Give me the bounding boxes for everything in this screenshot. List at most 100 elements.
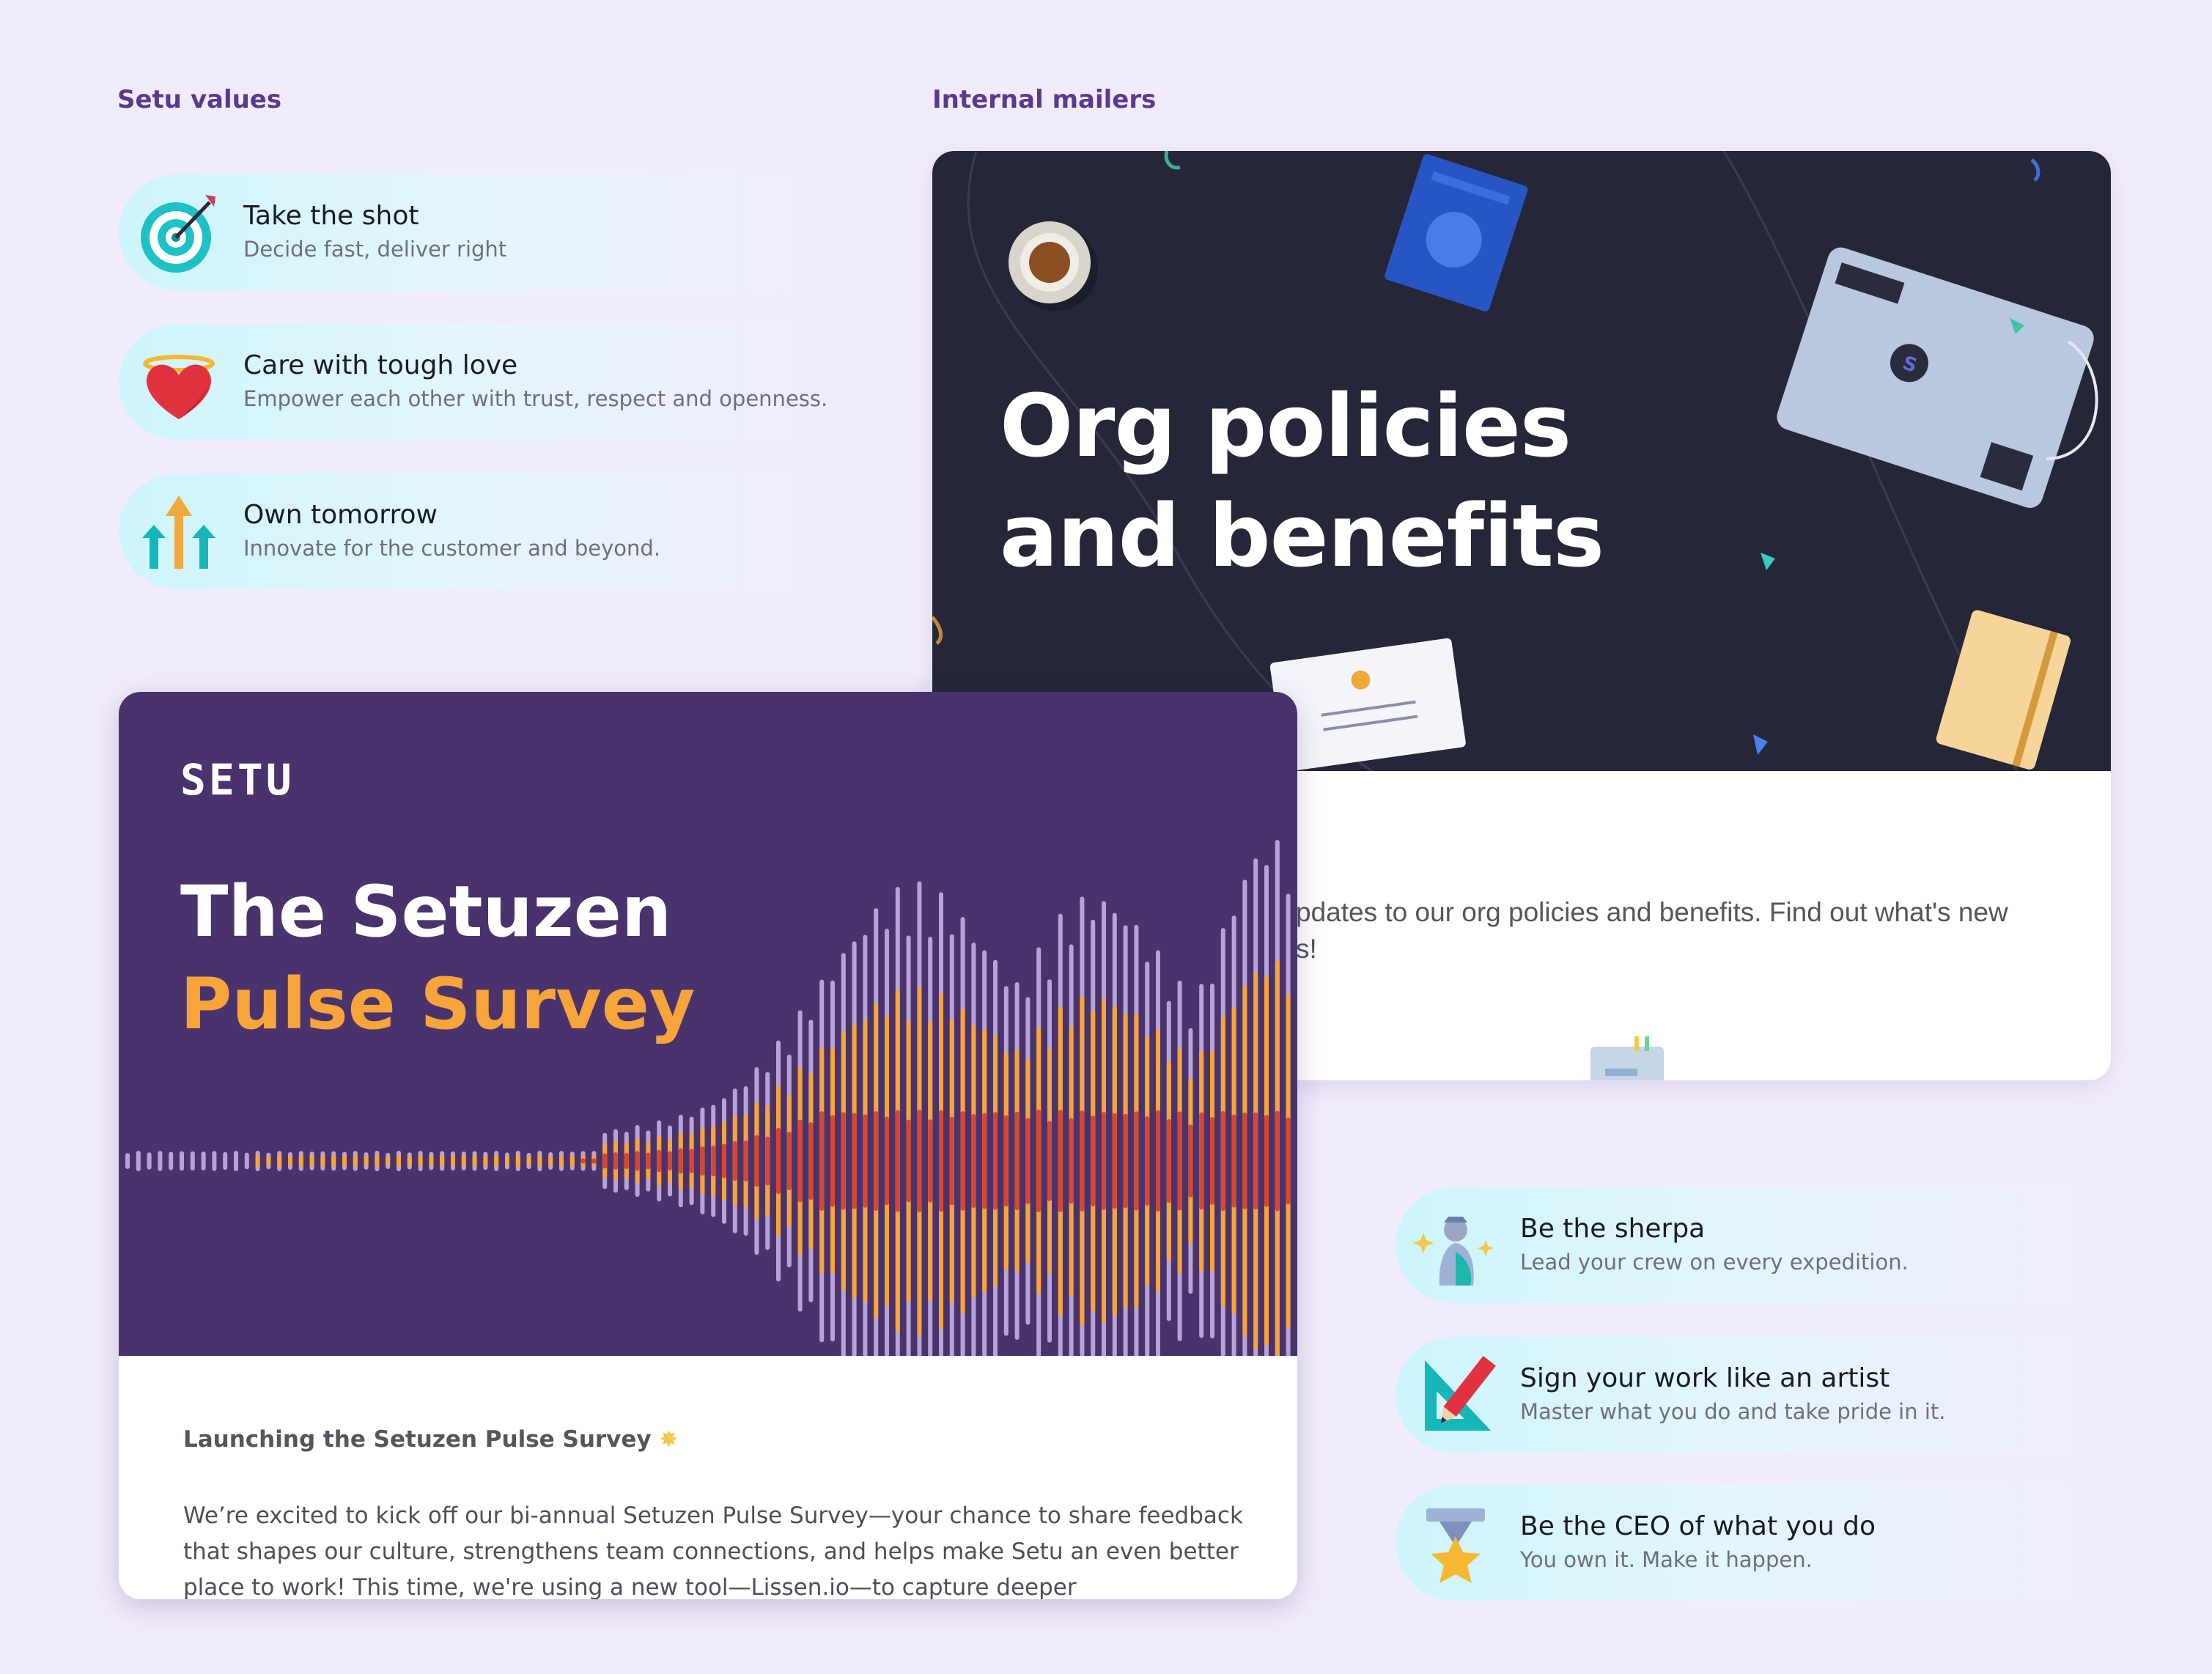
waveform-bar-inner xyxy=(1166,1118,1171,1203)
waveform-bar-inner xyxy=(732,1140,737,1181)
org-policies-title: Org policies and benefits xyxy=(1000,371,1604,591)
waveform-bar-middle xyxy=(559,1154,564,1168)
waveform-bar-middle xyxy=(418,1154,423,1168)
waveform-bar-inner xyxy=(678,1148,683,1174)
waveform-bar-inner xyxy=(906,1119,911,1203)
waveform-bar-inner xyxy=(928,1119,933,1203)
heart-halo-icon xyxy=(143,355,215,419)
waveform-bar-middle xyxy=(548,1155,553,1167)
pulse-heading-text: Launching the Setuzen Pulse Survey xyxy=(183,1426,652,1453)
internal-mailers-title: Internal mailers xyxy=(932,85,1157,114)
org-body-line2: s! xyxy=(1296,934,1317,964)
waveform-bar-inner xyxy=(1242,1113,1247,1209)
paperclip-icon xyxy=(932,616,943,645)
waveform-bar-middle xyxy=(461,1154,466,1168)
value-subtitle: You own it. Make it happen. xyxy=(1520,1547,1813,1572)
waveform-bar-middle xyxy=(483,1155,488,1167)
value-subtitle: Decide fast, deliver right xyxy=(243,237,507,262)
waveform-bar-inner xyxy=(700,1146,705,1176)
value-title: Be the CEO of what you do xyxy=(1520,1511,1876,1541)
confetti-icon xyxy=(1761,553,1775,570)
value-card-care-with-tough-love: Care with tough love Empower each other … xyxy=(119,324,852,440)
waveform-bar-inner xyxy=(1123,1113,1128,1209)
audio-waveform-graphic xyxy=(125,840,1291,1356)
waveform-bar-inner xyxy=(863,1114,868,1208)
target-icon xyxy=(141,195,215,273)
waveform-bar-middle xyxy=(407,1155,412,1167)
waveform-bar-inner xyxy=(668,1151,672,1171)
waveform-bar-inner xyxy=(1264,1115,1269,1207)
waveform-bar-inner xyxy=(971,1114,976,1208)
waveform-bar-inner xyxy=(1286,1117,1291,1205)
waveform-bar-inner xyxy=(646,1152,651,1170)
value-title: Care with tough love xyxy=(243,350,518,380)
waveform-bar-outer xyxy=(147,1152,152,1170)
waveform-bar-middle xyxy=(526,1156,531,1166)
waveform-bar-inner xyxy=(1014,1111,1020,1211)
org-title-line2: and benefits xyxy=(1000,485,1604,586)
waveform-bar-outer xyxy=(136,1151,141,1171)
value-subtitle: Innovate for the customer and beyond. xyxy=(243,536,661,561)
waveform-bar-inner xyxy=(852,1113,857,1209)
waveform-bar-inner xyxy=(949,1116,954,1206)
value-title: Sign your work like an artist xyxy=(1520,1363,1890,1393)
paperclip-icon xyxy=(1164,151,1181,170)
waveform-bar-middle xyxy=(386,1156,391,1166)
org-policies-body: pdates to our org policies and benefits.… xyxy=(1296,894,2008,967)
waveform-bar-middle xyxy=(429,1155,434,1167)
waveform-bar-inner xyxy=(1199,1112,1204,1210)
waveform-bar-inner xyxy=(1231,1114,1236,1208)
waveform-bar-middle xyxy=(277,1154,282,1168)
sherpa-icon xyxy=(1413,1217,1494,1286)
pulse-survey-body: We’re excited to kick off our bi-annual … xyxy=(183,1502,1243,1599)
waveform-bar-middle xyxy=(364,1155,369,1167)
waveform-bar-middle xyxy=(320,1154,325,1168)
waveform-bar-inner xyxy=(808,1122,814,1200)
waveform-bar-inner xyxy=(1069,1118,1074,1204)
waveform-bar-outer xyxy=(201,1151,206,1170)
waveform-bar-inner xyxy=(711,1145,716,1177)
waveform-bar-outer xyxy=(212,1151,217,1171)
certificate-icon xyxy=(1269,638,1466,771)
waveform-bar-inner xyxy=(1220,1110,1225,1212)
org-body-line1: pdates to our org policies and benefits.… xyxy=(1296,897,2008,927)
waveform-bar-inner xyxy=(580,1158,586,1164)
waveform-bar-inner xyxy=(754,1135,759,1187)
waveform-bar-inner xyxy=(1047,1121,1052,1201)
waveform-bar-inner xyxy=(895,1110,900,1212)
waveform-bar-outer xyxy=(244,1152,249,1170)
waveform-bar-middle xyxy=(397,1154,401,1168)
waveform-bar-inner xyxy=(635,1151,640,1171)
waveform-bar-outer xyxy=(234,1151,238,1171)
value-subtitle: Master what you do and take pride in it. xyxy=(1520,1399,1946,1424)
sparkle-icon: ✸ xyxy=(659,1426,679,1453)
canvas: Setu values Internal mailers Take the sh… xyxy=(0,0,2212,1674)
waveform-bar-inner xyxy=(1058,1110,1063,1212)
waveform-bar-inner xyxy=(1134,1111,1139,1211)
waveform-bar-outer xyxy=(158,1151,163,1171)
waveform-bar-inner xyxy=(613,1152,618,1170)
waveform-bar-middle xyxy=(515,1154,520,1168)
waveform-bar-inner xyxy=(874,1110,879,1212)
star-medal-icon xyxy=(1426,1508,1485,1583)
waveform-bar-inner xyxy=(722,1143,726,1179)
value-subtitle: Lead your crew on every expedition. xyxy=(1520,1250,1909,1275)
waveform-bar-inner xyxy=(982,1113,987,1209)
waveform-bar-inner xyxy=(1177,1111,1182,1211)
mailer-pulse-survey[interactable]: SETU The Setuzen Pulse Survey Launching … xyxy=(119,692,1297,1599)
waveform-bar-middle xyxy=(375,1154,380,1168)
waveform-bar-middle xyxy=(342,1155,347,1167)
value-title: Take the shot xyxy=(243,201,419,231)
waveform-bar-inner xyxy=(765,1136,770,1186)
waveform-bar-middle xyxy=(494,1154,499,1168)
waveform-bar-middle xyxy=(309,1155,314,1167)
waveform-bar-outer xyxy=(223,1151,228,1170)
waveform-bar-inner xyxy=(1080,1110,1085,1212)
waveform-bar-inner xyxy=(960,1111,965,1211)
value-title: Be the sherpa xyxy=(1520,1214,1706,1244)
value-card-be-the-sherpa: Be the sherpa Lead your crew on every ex… xyxy=(1396,1187,2128,1303)
waveform-bar-middle xyxy=(451,1154,455,1168)
waveform-bar-middle xyxy=(569,1155,575,1167)
value-card-sign-your-work: Sign your work like an artist Master wha… xyxy=(1396,1337,2128,1453)
waveform-bar-inner xyxy=(939,1110,943,1212)
